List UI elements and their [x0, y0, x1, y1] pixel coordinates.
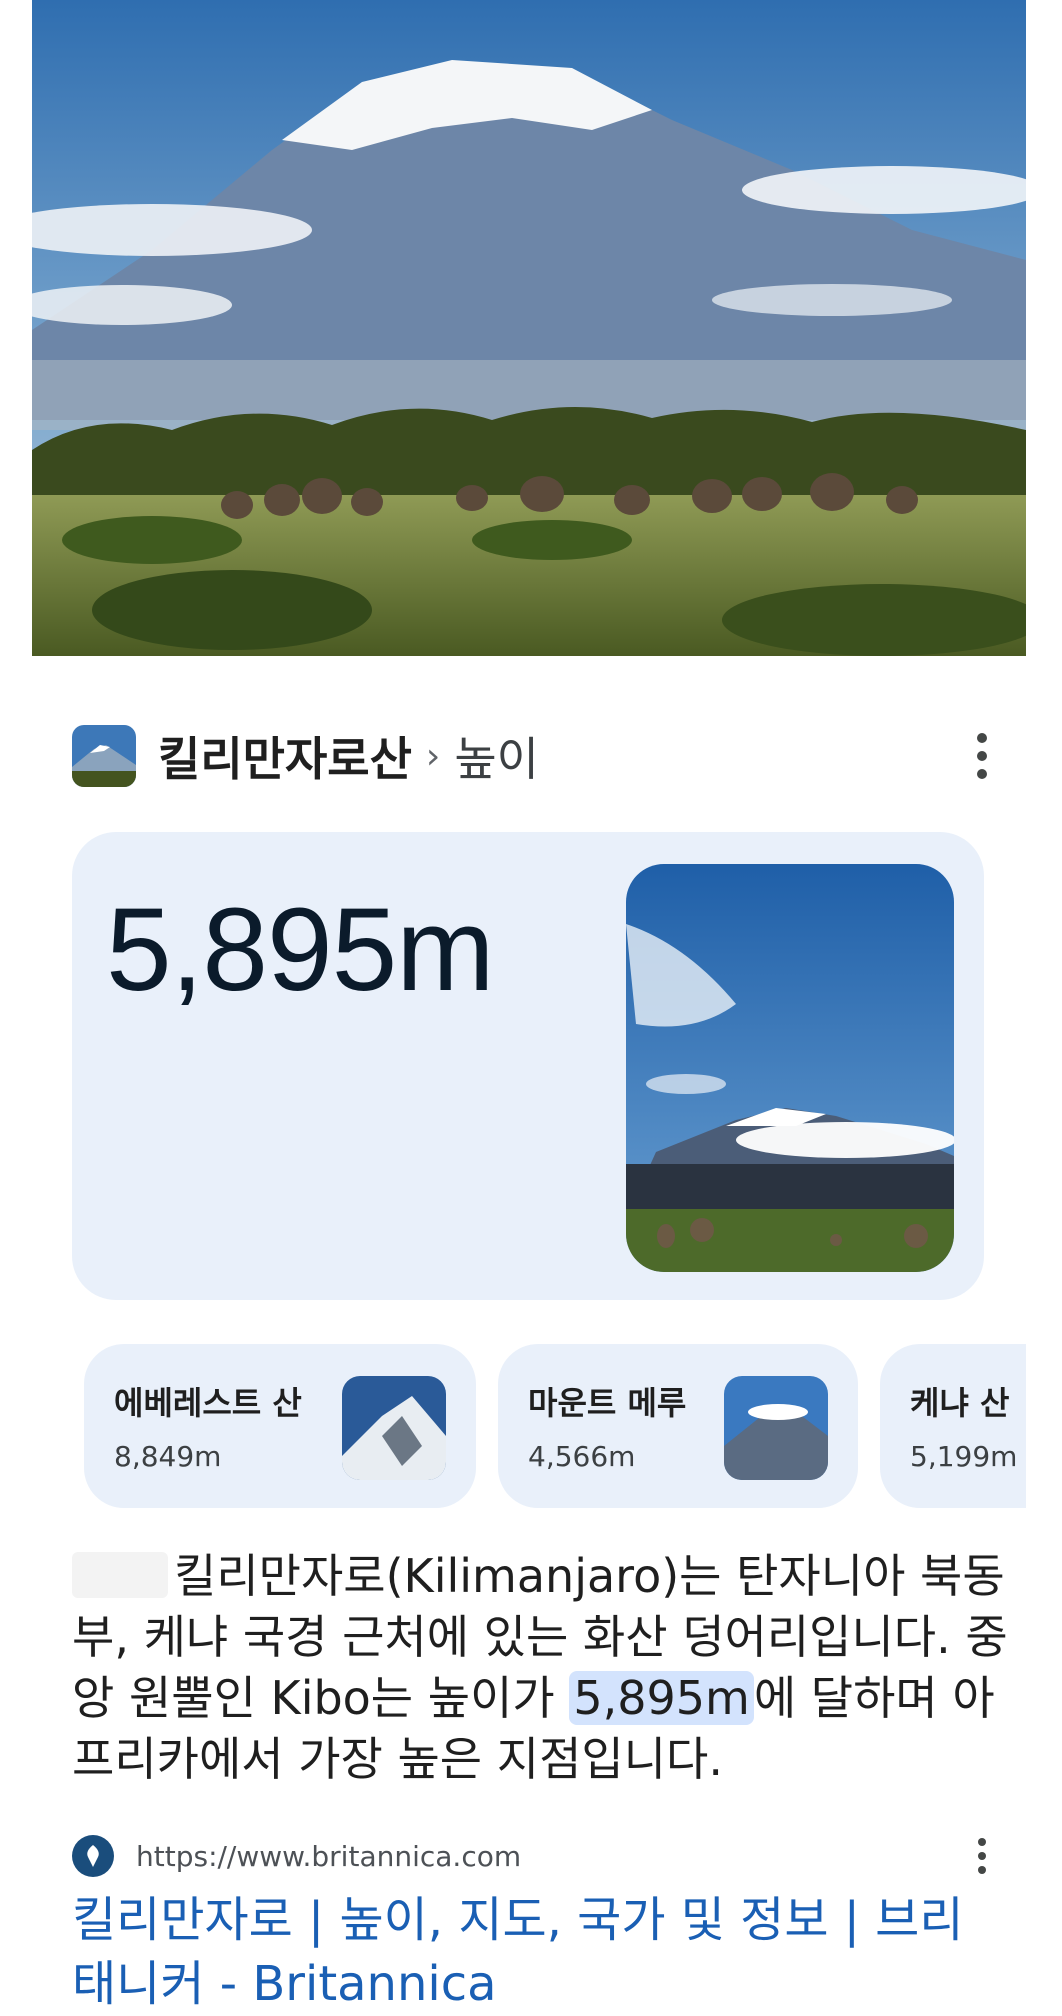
related-mountains-carousel[interactable]: 에베레스트 산 8,849m 마운트 메루 4,566m 케냐 산 5,199m: [84, 1344, 1026, 1508]
more-options-button[interactable]: [962, 722, 1002, 790]
britannica-thistle-icon[interactable]: [72, 1835, 114, 1877]
result-header: 킬리만자로산 › 높이: [72, 722, 1002, 790]
mountain-icon: [724, 1376, 828, 1480]
chip-height: 5,199m: [910, 1440, 1018, 1473]
breadcrumb-entity[interactable]: 킬리만자로산: [158, 723, 412, 789]
chip-name: 에베레스트 산: [114, 1384, 302, 1422]
chip-thumbnail: [342, 1376, 446, 1480]
snippet-date-placeholder: [72, 1552, 168, 1598]
related-chip-kenya[interactable]: 케냐 산 5,199m: [880, 1344, 1026, 1508]
breadcrumb-attribute: 높이: [454, 732, 539, 786]
snippet-highlight: 5,895m: [569, 1671, 754, 1725]
chip-name: 마운트 메루: [528, 1384, 687, 1422]
chip-height: 4,566m: [528, 1440, 636, 1473]
mountain-icon: [72, 725, 136, 787]
breadcrumb: 킬리만자로산 › 높이: [158, 723, 539, 789]
source-row: https://www.britannica.com: [72, 1826, 1002, 1886]
dot-icon: [978, 1852, 986, 1860]
hero-image[interactable]: [32, 0, 1026, 656]
mountain-icon: [342, 1376, 446, 1480]
height-value: 5,895m: [106, 884, 495, 1016]
answer-card[interactable]: 5,895m: [72, 832, 984, 1300]
snippet-description: 킬리만자로(Kilimanjaro)는 탄자니아 북동부, 케냐 국경 근처에 …: [72, 1546, 1012, 1790]
dot-icon: [977, 751, 987, 761]
chip-thumbnail: [724, 1376, 828, 1480]
dot-icon: [978, 1866, 986, 1874]
thistle-icon: [87, 1845, 99, 1867]
dot-icon: [978, 1838, 986, 1846]
source-url[interactable]: https://www.britannica.com: [136, 1840, 521, 1873]
related-chip-meru[interactable]: 마운트 메루 4,566m: [498, 1344, 858, 1508]
kilimanjaro-thumbnail-icon[interactable]: [72, 725, 136, 787]
answer-image[interactable]: [626, 864, 954, 1272]
kilimanjaro-photo: [626, 864, 954, 1272]
source-more-options-button[interactable]: [962, 1826, 1002, 1886]
dot-icon: [977, 733, 987, 743]
result-title-link[interactable]: 킬리만자로 | 높이, 지도, 국가 및 정보 | 브리태니커 - Britan…: [72, 1888, 1002, 2016]
chip-name: 케냐 산: [910, 1384, 1010, 1422]
related-chip-everest[interactable]: 에베레스트 산 8,849m: [84, 1344, 476, 1508]
chip-height: 8,849m: [114, 1440, 222, 1473]
dot-icon: [977, 769, 987, 779]
breadcrumb-separator: ›: [425, 735, 441, 777]
kilimanjaro-photo: [32, 0, 1026, 656]
